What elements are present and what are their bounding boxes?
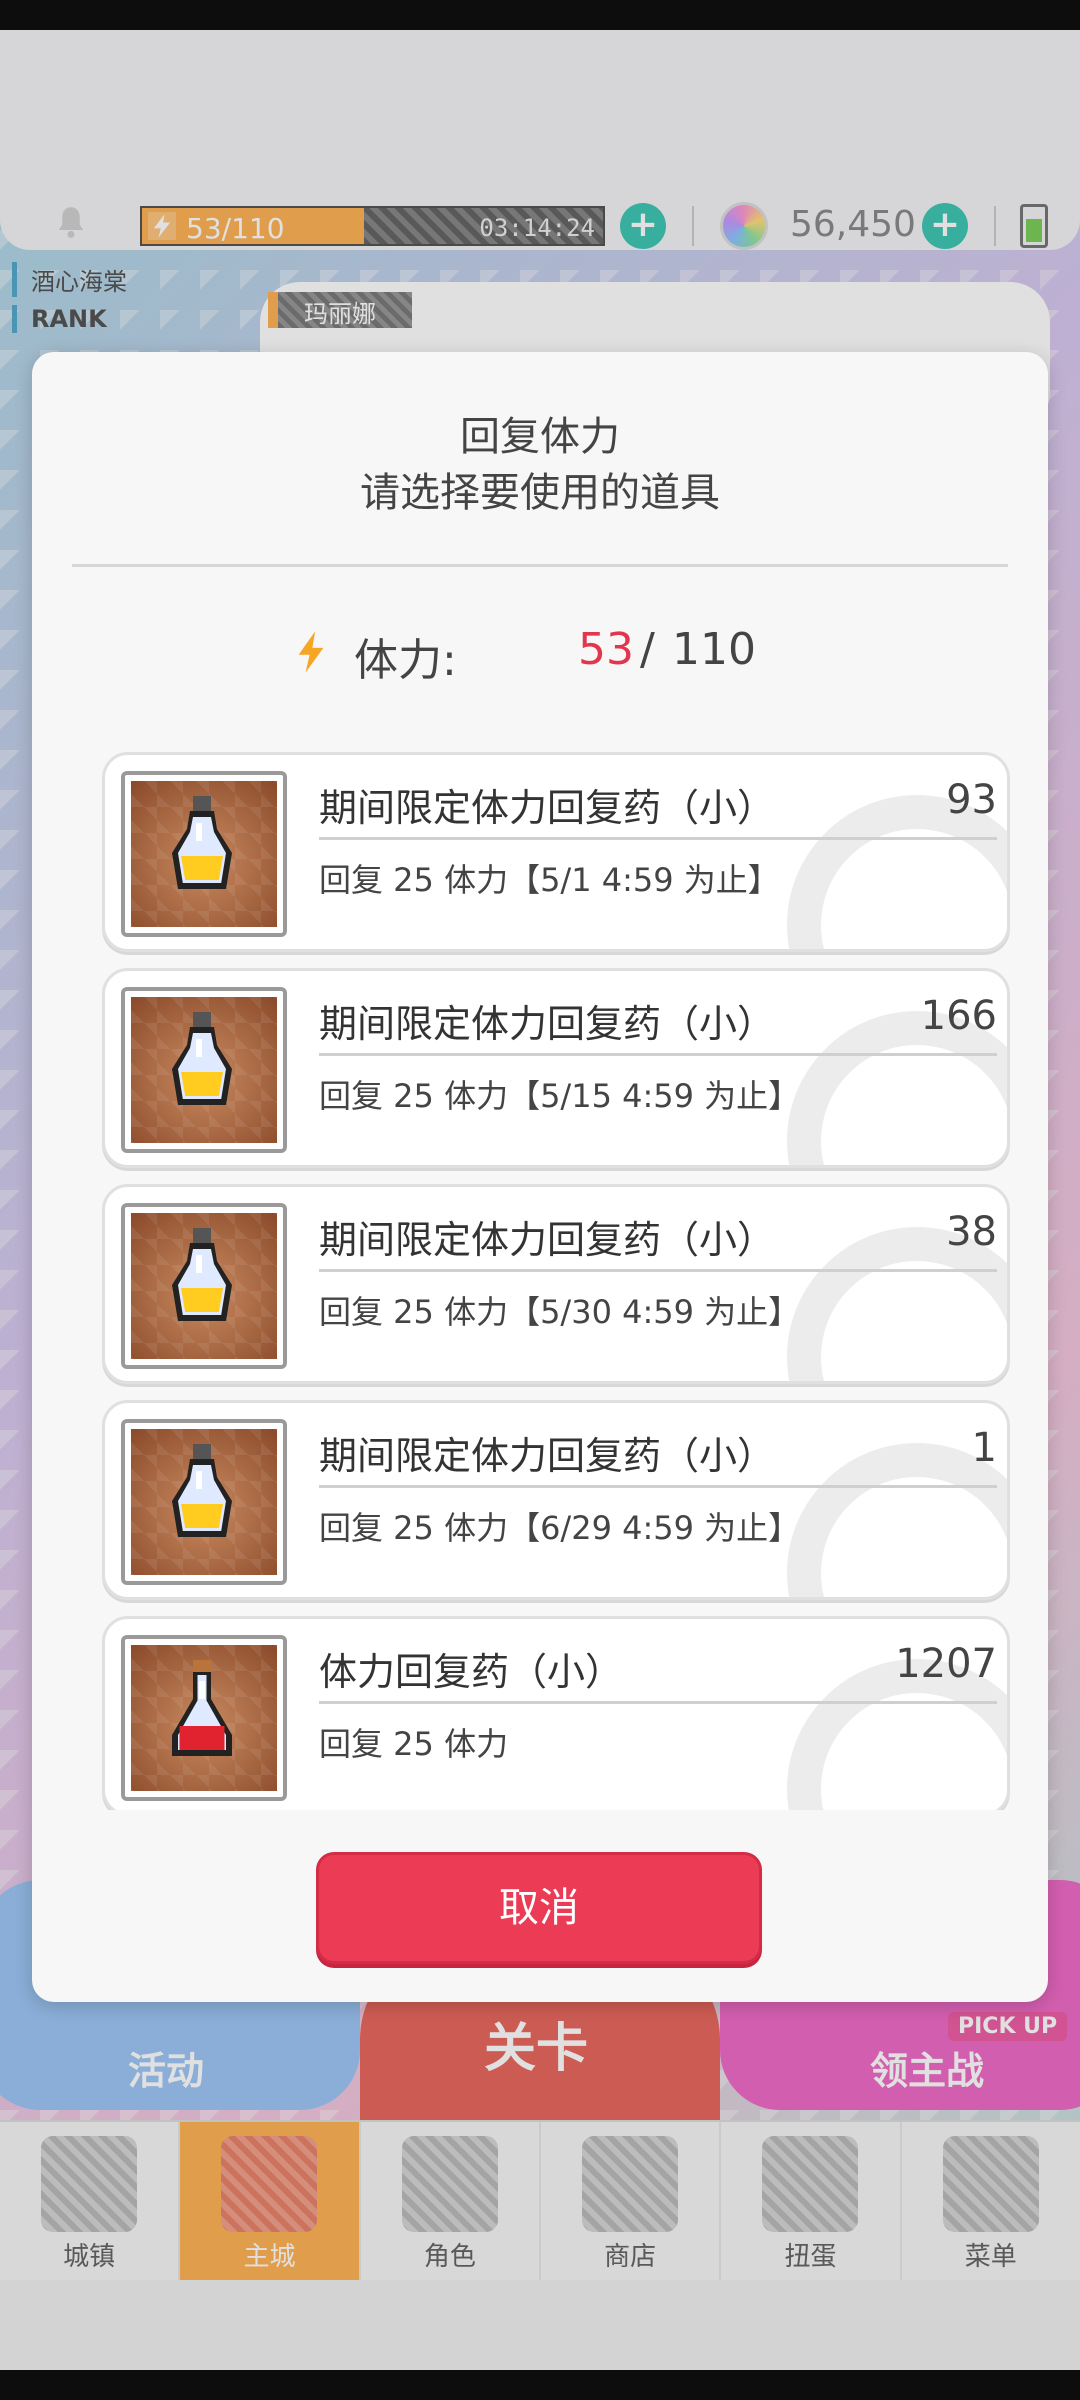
item-card[interactable]: 期间限定体力回复药（小） 1 回复 25 体力【6/29 4:59 为止】 [102, 1400, 1010, 1600]
item-divider [319, 1269, 997, 1272]
item-description: 回复 25 体力 [319, 1725, 509, 1763]
item-quantity: 1 [971, 1425, 997, 1471]
stamina-separator: / [640, 624, 655, 675]
item-thumbnail [121, 1419, 287, 1585]
item-quantity: 1207 [895, 1641, 997, 1687]
item-list[interactable]: 期间限定体力回复药（小） 93 回复 25 体力【5/1 4:59 为止】 期间… [102, 752, 1010, 1810]
item-divider [319, 1053, 997, 1056]
stamina-max: 110 [672, 624, 756, 675]
yellow-potion-icon [172, 1228, 232, 1321]
item-name: 期间限定体力回复药（小） [319, 1218, 776, 1262]
cancel-button[interactable]: 取消 [316, 1852, 762, 1964]
item-thumbnail [121, 987, 287, 1153]
item-description: 回复 25 体力【6/29 4:59 为止】 [319, 1509, 801, 1547]
stamina-current: 53 [578, 624, 634, 675]
item-card[interactable]: 期间限定体力回复药（小） 166 回复 25 体力【5/15 4:59 为止】 [102, 968, 1010, 1168]
item-name: 期间限定体力回复药（小） [319, 1434, 776, 1478]
item-name: 期间限定体力回复药（小） [319, 786, 776, 830]
item-quantity: 166 [920, 993, 997, 1039]
item-description: 回复 25 体力【5/1 4:59 为止】 [319, 861, 780, 899]
item-name: 期间限定体力回复药（小） [319, 1002, 776, 1046]
yellow-potion-icon [172, 796, 232, 889]
item-card[interactable]: 期间限定体力回复药（小） 38 回复 25 体力【5/30 4:59 为止】 [102, 1184, 1010, 1384]
item-thumbnail [121, 1203, 287, 1369]
yellow-potion-icon [172, 1444, 232, 1537]
top-status-strip [0, 0, 1080, 30]
item-card[interactable]: 体力回复药（小） 1207 回复 25 体力 [102, 1616, 1010, 1810]
item-thumbnail [121, 1635, 287, 1801]
item-divider [319, 1701, 997, 1704]
item-divider [319, 837, 997, 840]
stamina-status: 体力: 53 / 110 [32, 620, 1048, 686]
item-thumbnail [121, 771, 287, 937]
item-quantity: 93 [946, 777, 997, 823]
item-description: 回复 25 体力【5/15 4:59 为止】 [319, 1077, 801, 1115]
item-name: 体力回复药（小） [319, 1650, 624, 1694]
dialog-subtitle: 请选择要使用的道具 [360, 470, 720, 516]
item-divider [319, 1485, 997, 1488]
red-potion-icon [172, 1660, 232, 1756]
system-nav-strip [0, 2370, 1080, 2400]
item-card[interactable]: 期间限定体力回复药（小） 93 回复 25 体力【5/1 4:59 为止】 [102, 752, 1010, 952]
item-description: 回复 25 体力【5/30 4:59 为止】 [319, 1293, 801, 1331]
dialog-title: 回复体力 [460, 414, 620, 460]
yellow-potion-icon [172, 1012, 232, 1105]
stamina-label: 体力: [354, 635, 457, 686]
dialog-divider [72, 564, 1008, 567]
lightning-icon [298, 631, 324, 673]
recover-stamina-dialog: 回复体力 请选择要使用的道具 体力: 53 / 110 期间限定体力回复药（小）… [32, 352, 1048, 2002]
item-quantity: 38 [946, 1209, 997, 1255]
